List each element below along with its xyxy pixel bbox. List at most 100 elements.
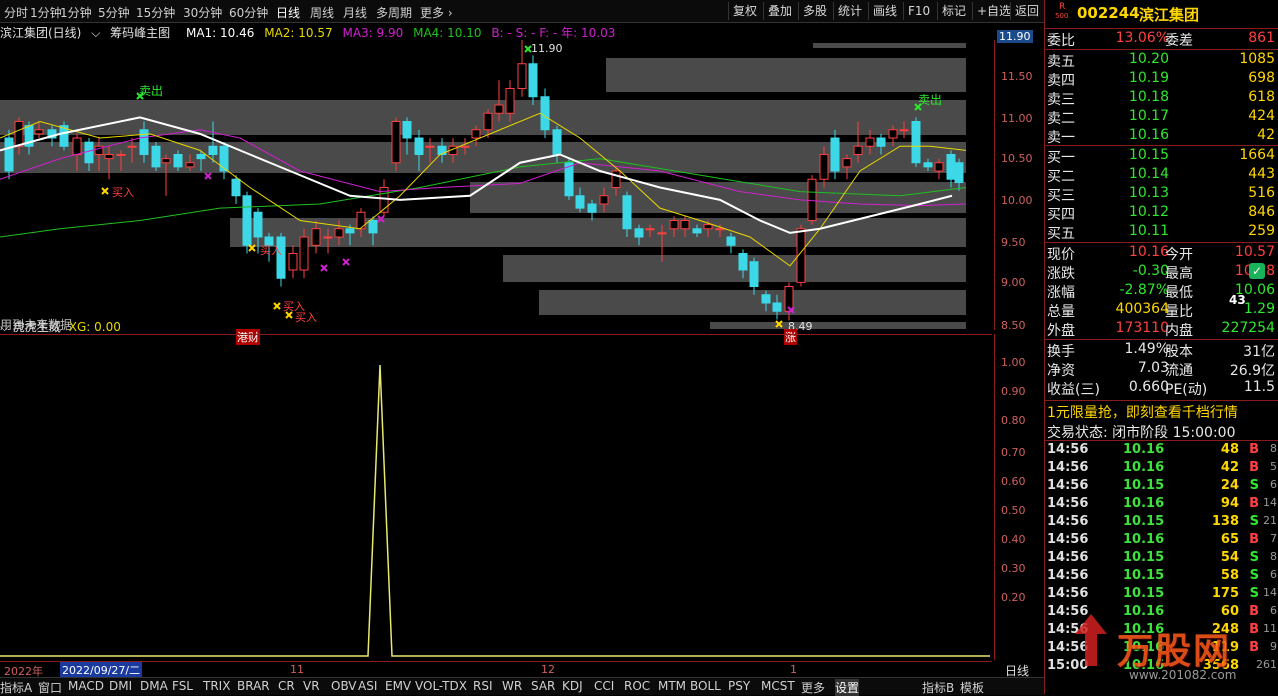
indicator-tab[interactable]: ASI [358, 679, 377, 693]
tab-1min[interactable]: 1分钟 [60, 4, 92, 21]
candle-body [934, 162, 944, 172]
indicator-tab[interactable]: VOL-TDX [415, 679, 467, 693]
candle-body [356, 211, 366, 230]
indicator-tab[interactable]: EMV [385, 679, 411, 693]
tab-multi-period[interactable]: 多周期 [376, 4, 412, 21]
multi-stock-button[interactable]: 多股 [798, 2, 831, 20]
indicator-tab[interactable]: 指标A [0, 679, 32, 696]
date-axis: 2022年 2022/09/27/二 11 12 1 [0, 661, 992, 678]
tab-weekly[interactable]: 周线 [310, 4, 334, 21]
indicator-tab[interactable]: MCST [761, 679, 795, 693]
indicator-tab[interactable]: PSY [728, 679, 750, 693]
add-watchlist-button[interactable]: +自选 [972, 2, 1015, 20]
order-volume: 846 [1248, 204, 1275, 220]
candle-body [116, 154, 126, 156]
stats-label-2: 股本 [1165, 344, 1193, 360]
tick-time: 14:56 [1047, 442, 1089, 457]
tab-30min[interactable]: 30分钟 [183, 4, 222, 21]
tick-time: 14:56 [1047, 496, 1089, 511]
tab-daily[interactable]: 日线 [276, 4, 300, 21]
stats-label: 收益(三) [1047, 382, 1100, 398]
indicator-tab[interactable]: TRIX [203, 679, 230, 693]
candle-body [4, 137, 14, 172]
statistics-button[interactable]: 统计 [833, 2, 866, 20]
indicator-dropdown[interactable]: ⌵ 虎虎生威 [0, 320, 61, 334]
order-level-label: 买五 [1047, 226, 1075, 242]
indicator-tab[interactable]: KDJ [562, 679, 583, 693]
order-volume: 618 [1248, 89, 1275, 105]
indicator-chart[interactable] [0, 334, 992, 661]
tick-row: 14:56 10.15 24 S 6 [1047, 478, 1277, 496]
candle-body [196, 154, 206, 160]
tab-15min[interactable]: 15分钟 [136, 4, 175, 21]
order-row: 买二 10.14 443 [1047, 166, 1277, 185]
trade-status: 交易状态: 闭市阶段 15:00:00 [1047, 425, 1236, 441]
promo-link[interactable]: 1元限量抢，即刻查看千档行情 [1047, 402, 1238, 422]
indicator-tab[interactable]: BOLL [690, 679, 721, 693]
candle-body [899, 129, 909, 132]
indicator-tab[interactable]: 模板 [960, 679, 984, 696]
check-shield-icon[interactable]: ✓ [1249, 263, 1265, 279]
month-1-label: 1 [790, 663, 797, 676]
tab-1min[interactable]: 1分钟 [30, 4, 62, 21]
restore-rights-button[interactable]: 复权 [728, 2, 761, 20]
indicator-tab[interactable]: CCI [594, 679, 614, 693]
candle-body [772, 302, 782, 312]
indicator-tab[interactable]: SAR [531, 679, 555, 693]
indicator-tab[interactable]: VR [303, 679, 320, 693]
indicator-tab[interactable]: DMI [109, 679, 132, 693]
candle-body [253, 211, 263, 238]
indicator-tab[interactable]: 窗口 [38, 679, 62, 696]
mark-button[interactable]: 标记 [937, 2, 970, 20]
indicator-tab[interactable]: WR [502, 679, 522, 693]
chip-bar [539, 290, 966, 315]
tick-volume: 175 [1211, 586, 1239, 601]
stats-label-2: PE(动) [1165, 382, 1208, 398]
quote-label: 总量 [1047, 304, 1075, 320]
indicator-tab[interactable]: DMA [140, 679, 168, 693]
candle-body [414, 137, 424, 155]
price-tick: 9.00 [1001, 276, 1026, 289]
quote-value-2: 10.57 [1234, 244, 1275, 260]
candle-body [323, 236, 333, 239]
back-button[interactable]: 返回 [1010, 2, 1043, 20]
draw-line-button[interactable]: 画线 [868, 2, 901, 20]
quote-row: 现价 10.16 今开 10.57 [1047, 244, 1277, 263]
indicator-tab[interactable]: OBV [331, 679, 357, 693]
indicator-tab[interactable]: 指标B [922, 679, 954, 696]
template-dropdown[interactable]: ⌵ 筹码峰主图 [91, 26, 176, 40]
stats-row: 换手 1.49% 股本 31亿 [1047, 341, 1277, 360]
stats-label: 净资 [1047, 363, 1075, 379]
indicator-tab[interactable]: ROC [624, 679, 650, 693]
quote-label: 现价 [1047, 247, 1075, 263]
overlay-button[interactable]: 叠加 [763, 2, 796, 20]
f10-button[interactable]: F10 [903, 2, 934, 20]
tick-price: 10.16 [1123, 496, 1165, 511]
candle-body [334, 228, 344, 238]
tab-5min[interactable]: 5分钟 [98, 4, 130, 21]
candle-body [540, 96, 550, 131]
quote-row: 涨跌-0.30最高10.68 [1047, 263, 1277, 282]
quote-label-2: 内盘 [1165, 323, 1193, 339]
indicator-tab[interactable]: 设置 [835, 679, 860, 696]
tick-side: S [1249, 550, 1259, 565]
candle-body [876, 137, 886, 147]
indicator-tab[interactable]: CR [278, 679, 295, 693]
ma2-value: MA2: 10.57 [264, 26, 333, 40]
candle-body [288, 253, 298, 271]
indicator-tab[interactable]: BRAR [237, 679, 270, 693]
indicator-tab[interactable]: MACD [68, 679, 104, 693]
tab-60min[interactable]: 60分钟 [229, 4, 268, 21]
indicator-tab[interactable]: 更多 [801, 679, 825, 696]
stats-value-2: 31亿 [1243, 344, 1275, 360]
tab-monthly[interactable]: 月线 [343, 4, 367, 21]
chip-bar [606, 58, 966, 92]
indicator-tab[interactable]: FSL [172, 679, 193, 693]
tick-row: 14:56 10.16 94 B 14 [1047, 496, 1277, 514]
tab-more[interactable]: 更多 › [420, 4, 453, 21]
order-level-label: 买三 [1047, 188, 1075, 204]
quote-value: -2.87% [1119, 282, 1169, 298]
tab-fenshi[interactable]: 分时 [4, 4, 28, 21]
indicator-tab[interactable]: MTM [658, 679, 686, 693]
indicator-tab[interactable]: RSI [473, 679, 493, 693]
